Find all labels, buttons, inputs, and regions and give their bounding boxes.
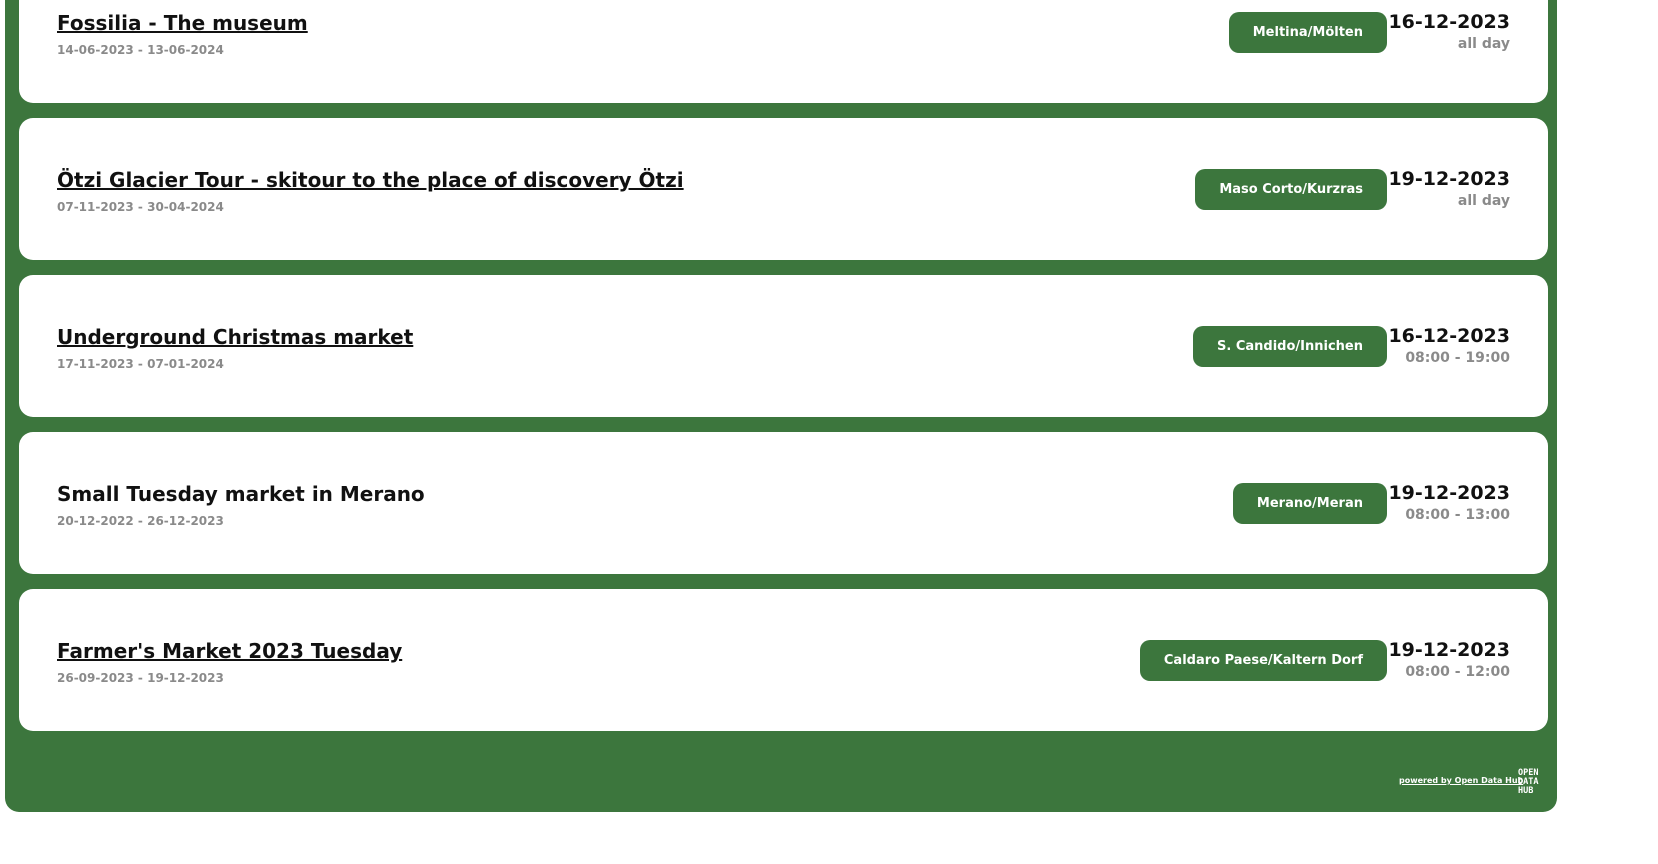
event-card[interactable]: Farmer's Market 2023 Tuesday 26-09-2023 …: [19, 589, 1548, 731]
event-title-link[interactable]: Fossilia - The museum: [57, 11, 308, 35]
event-location-badge[interactable]: Merano/Meran: [1232, 483, 1387, 524]
open-data-hub-logo[interactable]: OPEN DATA HUB: [1518, 769, 1538, 796]
event-date: 19-12-2023: [1388, 168, 1510, 190]
event-location-badge[interactable]: Maso Corto/Kurzras: [1195, 169, 1387, 210]
event-location-badge[interactable]: Caldaro Paese/Kaltern Dorf: [1139, 640, 1387, 681]
event-date: 16-12-2023: [1388, 325, 1510, 347]
event-date: 19-12-2023: [1388, 482, 1510, 504]
event-time: 08:00 - 13:00: [1405, 507, 1510, 523]
event-time: all day: [1457, 36, 1510, 52]
event-period: 14-06-2023 - 13-06-2024: [57, 43, 224, 57]
logo-line: HUB: [1518, 786, 1534, 796]
event-time: all day: [1457, 193, 1510, 209]
event-time: 08:00 - 19:00: [1405, 350, 1510, 366]
event-title-link[interactable]: Ötzi Glacier Tour - skitour to the place…: [57, 168, 684, 192]
event-card[interactable]: Fossilia - The museum 14-06-2023 - 13-06…: [19, 0, 1548, 103]
event-period: 17-11-2023 - 07-01-2024: [57, 357, 224, 371]
event-date: 16-12-2023: [1388, 11, 1510, 33]
event-title-link[interactable]: Underground Christmas market: [57, 325, 413, 349]
event-title-link[interactable]: Farmer's Market 2023 Tuesday: [57, 639, 402, 663]
event-location-badge[interactable]: Meltina/Mölten: [1228, 12, 1387, 53]
event-card[interactable]: Ötzi Glacier Tour - skitour to the place…: [19, 118, 1548, 260]
event-date: 19-12-2023: [1388, 639, 1510, 661]
event-period: 07-11-2023 - 30-04-2024: [57, 200, 224, 214]
event-time: 08:00 - 12:00: [1405, 664, 1510, 680]
event-location-badge[interactable]: S. Candido/Innichen: [1193, 326, 1387, 367]
event-period: 20-12-2022 - 26-12-2023: [57, 514, 224, 528]
powered-by-link[interactable]: powered by Open Data Hub: [1399, 776, 1523, 785]
event-card[interactable]: Small Tuesday market in Merano 20-12-202…: [19, 432, 1548, 574]
event-period: 26-09-2023 - 19-12-2023: [57, 671, 224, 685]
event-card[interactable]: Underground Christmas market 17-11-2023 …: [19, 275, 1548, 417]
event-title: Small Tuesday market in Merano: [57, 482, 425, 506]
